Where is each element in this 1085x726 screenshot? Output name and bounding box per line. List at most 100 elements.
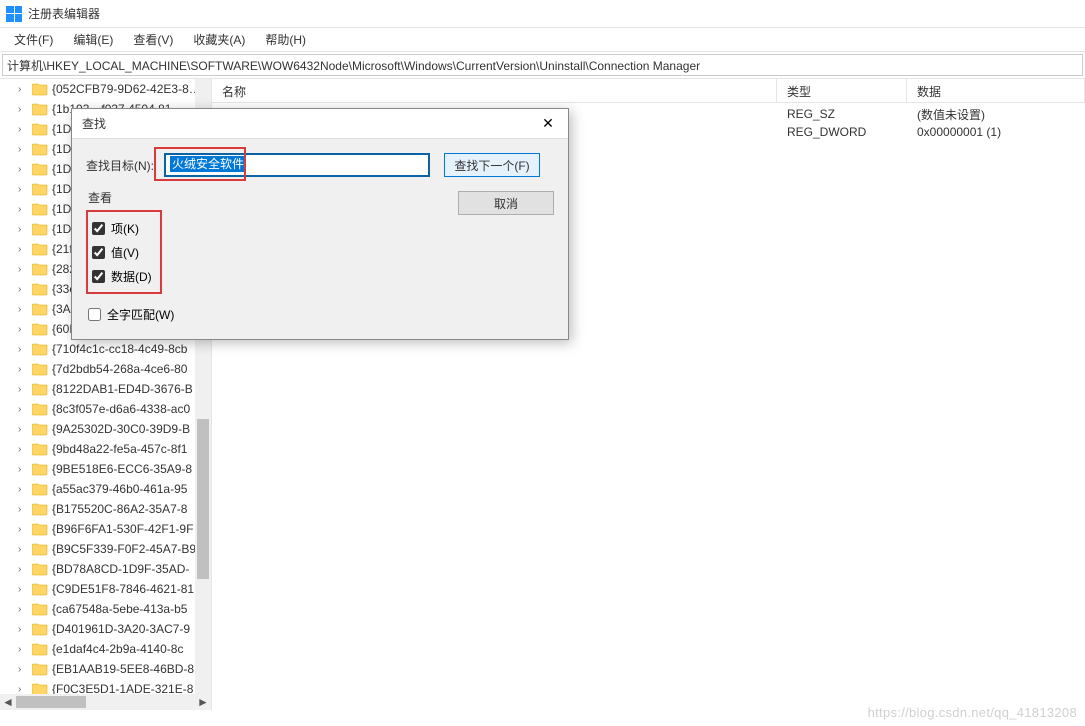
address-bar[interactable]: 计算机\HKEY_LOCAL_MACHINE\SOFTWARE\WOW6432N… (2, 54, 1083, 76)
menu-view[interactable]: 查看(V) (123, 29, 183, 50)
list-header: 名称 类型 数据 (212, 79, 1085, 103)
menu-favorites[interactable]: 收藏夹(A) (183, 29, 255, 50)
chevron-right-icon: › (18, 584, 30, 595)
find-target-input[interactable]: 火绒安全软件 (164, 153, 430, 177)
checkbox-keys-input[interactable] (92, 222, 105, 235)
tree-item-label: {9bd48a22-fe5a-457c-8f1 (52, 442, 187, 456)
chevron-right-icon: › (18, 644, 30, 655)
folder-icon (32, 222, 48, 236)
look-at-group: 项(K) 值(V) 数据(D) (86, 210, 162, 294)
scroll-left-icon[interactable]: ◄ (0, 694, 16, 710)
checkbox-whole-word-input[interactable] (88, 308, 101, 321)
cell-type: REG_SZ (777, 107, 907, 121)
tree-item[interactable]: › {e1daf4c4-2b9a-4140-8c (0, 639, 211, 659)
tree-item[interactable]: ›{8c3f057e-d6a6-4338-ac0 (0, 399, 211, 419)
scroll-track[interactable] (16, 694, 195, 710)
folder-icon (32, 562, 48, 576)
folder-icon (32, 342, 48, 356)
folder-icon (32, 462, 48, 476)
tree-item-label: {BD78A8CD-1D9F-35AD- (52, 562, 189, 576)
menu-file[interactable]: 文件(F) (4, 29, 63, 50)
checkbox-values-label: 值(V) (111, 244, 139, 261)
tree-item[interactable]: ›{a55ac379-46b0-461a-95 (0, 479, 211, 499)
scroll-thumb[interactable] (197, 419, 209, 579)
checkbox-whole-word[interactable]: 全字匹配(W) (88, 306, 554, 323)
tree-item[interactable]: ›{BD78A8CD-1D9F-35AD- (0, 559, 211, 579)
chevron-right-icon: › (18, 304, 30, 315)
checkbox-keys[interactable]: 项(K) (92, 216, 154, 240)
chevron-right-icon: › (18, 264, 30, 275)
chevron-right-icon: › (18, 224, 30, 235)
chevron-right-icon: › (18, 144, 30, 155)
folder-icon (32, 122, 48, 136)
tree-item[interactable]: › {052CFB79-9D62-42E3-8… (0, 79, 211, 99)
menu-bar: 文件(F) 编辑(E) 查看(V) 收藏夹(A) 帮助(H) (0, 28, 1085, 52)
scroll-thumb[interactable] (16, 696, 86, 708)
chevron-right-icon: › (18, 484, 30, 495)
chevron-right-icon: › (18, 664, 30, 675)
column-type[interactable]: 类型 (777, 79, 907, 102)
tree-item-label: {052CFB79-9D62-42E3-8… (52, 82, 201, 96)
chevron-right-icon: › (18, 384, 30, 395)
dialog-title-bar[interactable]: 查找 ✕ (72, 109, 568, 139)
cell-type: REG_DWORD (777, 125, 907, 139)
find-next-button[interactable]: 查找下一个(F) (444, 153, 540, 177)
checkbox-data-input[interactable] (92, 270, 105, 283)
cancel-button[interactable]: 取消 (458, 191, 554, 215)
dialog-title: 查找 (82, 115, 106, 132)
chevron-right-icon: › (18, 604, 30, 615)
watermark: https://blog.csdn.net/qq_41813208 (868, 705, 1077, 720)
column-data[interactable]: 数据 (907, 79, 1085, 102)
tree-item[interactable]: ›{B96F6FA1-530F-42F1-9F (0, 519, 211, 539)
tree-item[interactable]: ›{710f4c1c-cc18-4c49-8cb (0, 339, 211, 359)
tree-item-label: {ca67548a-5ebe-413a-b5 (52, 602, 187, 616)
folder-icon (32, 662, 48, 676)
tree-item[interactable]: › {8122DAB1-ED4D-3676-B (0, 379, 211, 399)
tree-item-label: {D401961D-3A20-3AC7-9 (52, 622, 190, 636)
scroll-right-icon[interactable]: ► (195, 694, 211, 710)
tree-item[interactable]: ›{D401961D-3A20-3AC7-9 (0, 619, 211, 639)
tree-item[interactable]: ›{C9DE51F8-7846-4621-81 (0, 579, 211, 599)
tree-item-label: {B9C5F339-F0F2-45A7-B9 (52, 542, 196, 556)
checkbox-values[interactable]: 值(V) (92, 240, 154, 264)
tree-item-label: {21f (52, 242, 73, 256)
folder-icon (32, 262, 48, 276)
chevron-right-icon: › (18, 84, 30, 95)
cell-data: 0x00000001 (1) (907, 125, 1085, 139)
selected-text: 火绒安全软件 (170, 156, 246, 172)
folder-icon (32, 442, 48, 456)
folder-icon (32, 202, 48, 216)
folder-icon (32, 582, 48, 596)
checkbox-values-input[interactable] (92, 246, 105, 259)
tree-item-label: {EB1AAB19-5EE8-46BD-8 (52, 662, 194, 676)
chevron-right-icon: › (18, 164, 30, 175)
chevron-right-icon: › (18, 324, 30, 335)
tree-item-label: {B96F6FA1-530F-42F1-9F (52, 522, 193, 536)
tree-item[interactable]: › {ca67548a-5ebe-413a-b5 (0, 599, 211, 619)
close-button[interactable]: ✕ (536, 112, 560, 136)
checkbox-keys-label: 项(K) (111, 220, 139, 237)
tree-item-label: {e1daf4c4-2b9a-4140-8c (52, 642, 183, 656)
title-bar: 注册表编辑器 (0, 0, 1085, 28)
chevron-right-icon: › (18, 504, 30, 515)
tree-item[interactable]: ›{7d2bdb54-268a-4ce6-80 (0, 359, 211, 379)
checkbox-data[interactable]: 数据(D) (92, 264, 154, 288)
tree-horizontal-scrollbar[interactable]: ◄ ► (0, 694, 211, 710)
dialog-body: 查找目标(N): 火绒安全软件 查找下一个(F) 取消 查看 项(K) 值(V)… (72, 139, 568, 339)
menu-help[interactable]: 帮助(H) (255, 29, 316, 50)
folder-icon (32, 622, 48, 636)
folder-icon (32, 642, 48, 656)
tree-item[interactable]: ›{9bd48a22-fe5a-457c-8f1 (0, 439, 211, 459)
tree-item[interactable]: ›{9A25302D-30C0-39D9-B (0, 419, 211, 439)
tree-item[interactable]: › {EB1AAB19-5EE8-46BD-8 (0, 659, 211, 679)
tree-item[interactable]: ›{B175520C-86A2-35A7-8 (0, 499, 211, 519)
tree-item[interactable]: ›{B9C5F339-F0F2-45A7-B9 (0, 539, 211, 559)
find-target-label: 查找目标(N): (86, 157, 164, 174)
menu-edit[interactable]: 编辑(E) (63, 29, 123, 50)
folder-icon (32, 502, 48, 516)
column-name[interactable]: 名称 (212, 79, 777, 102)
folder-icon (32, 602, 48, 616)
chevron-right-icon: › (18, 464, 30, 475)
tree-item[interactable]: ›{9BE518E6-ECC6-35A9-8 (0, 459, 211, 479)
tree-item-label: {8122DAB1-ED4D-3676-B (52, 382, 193, 396)
